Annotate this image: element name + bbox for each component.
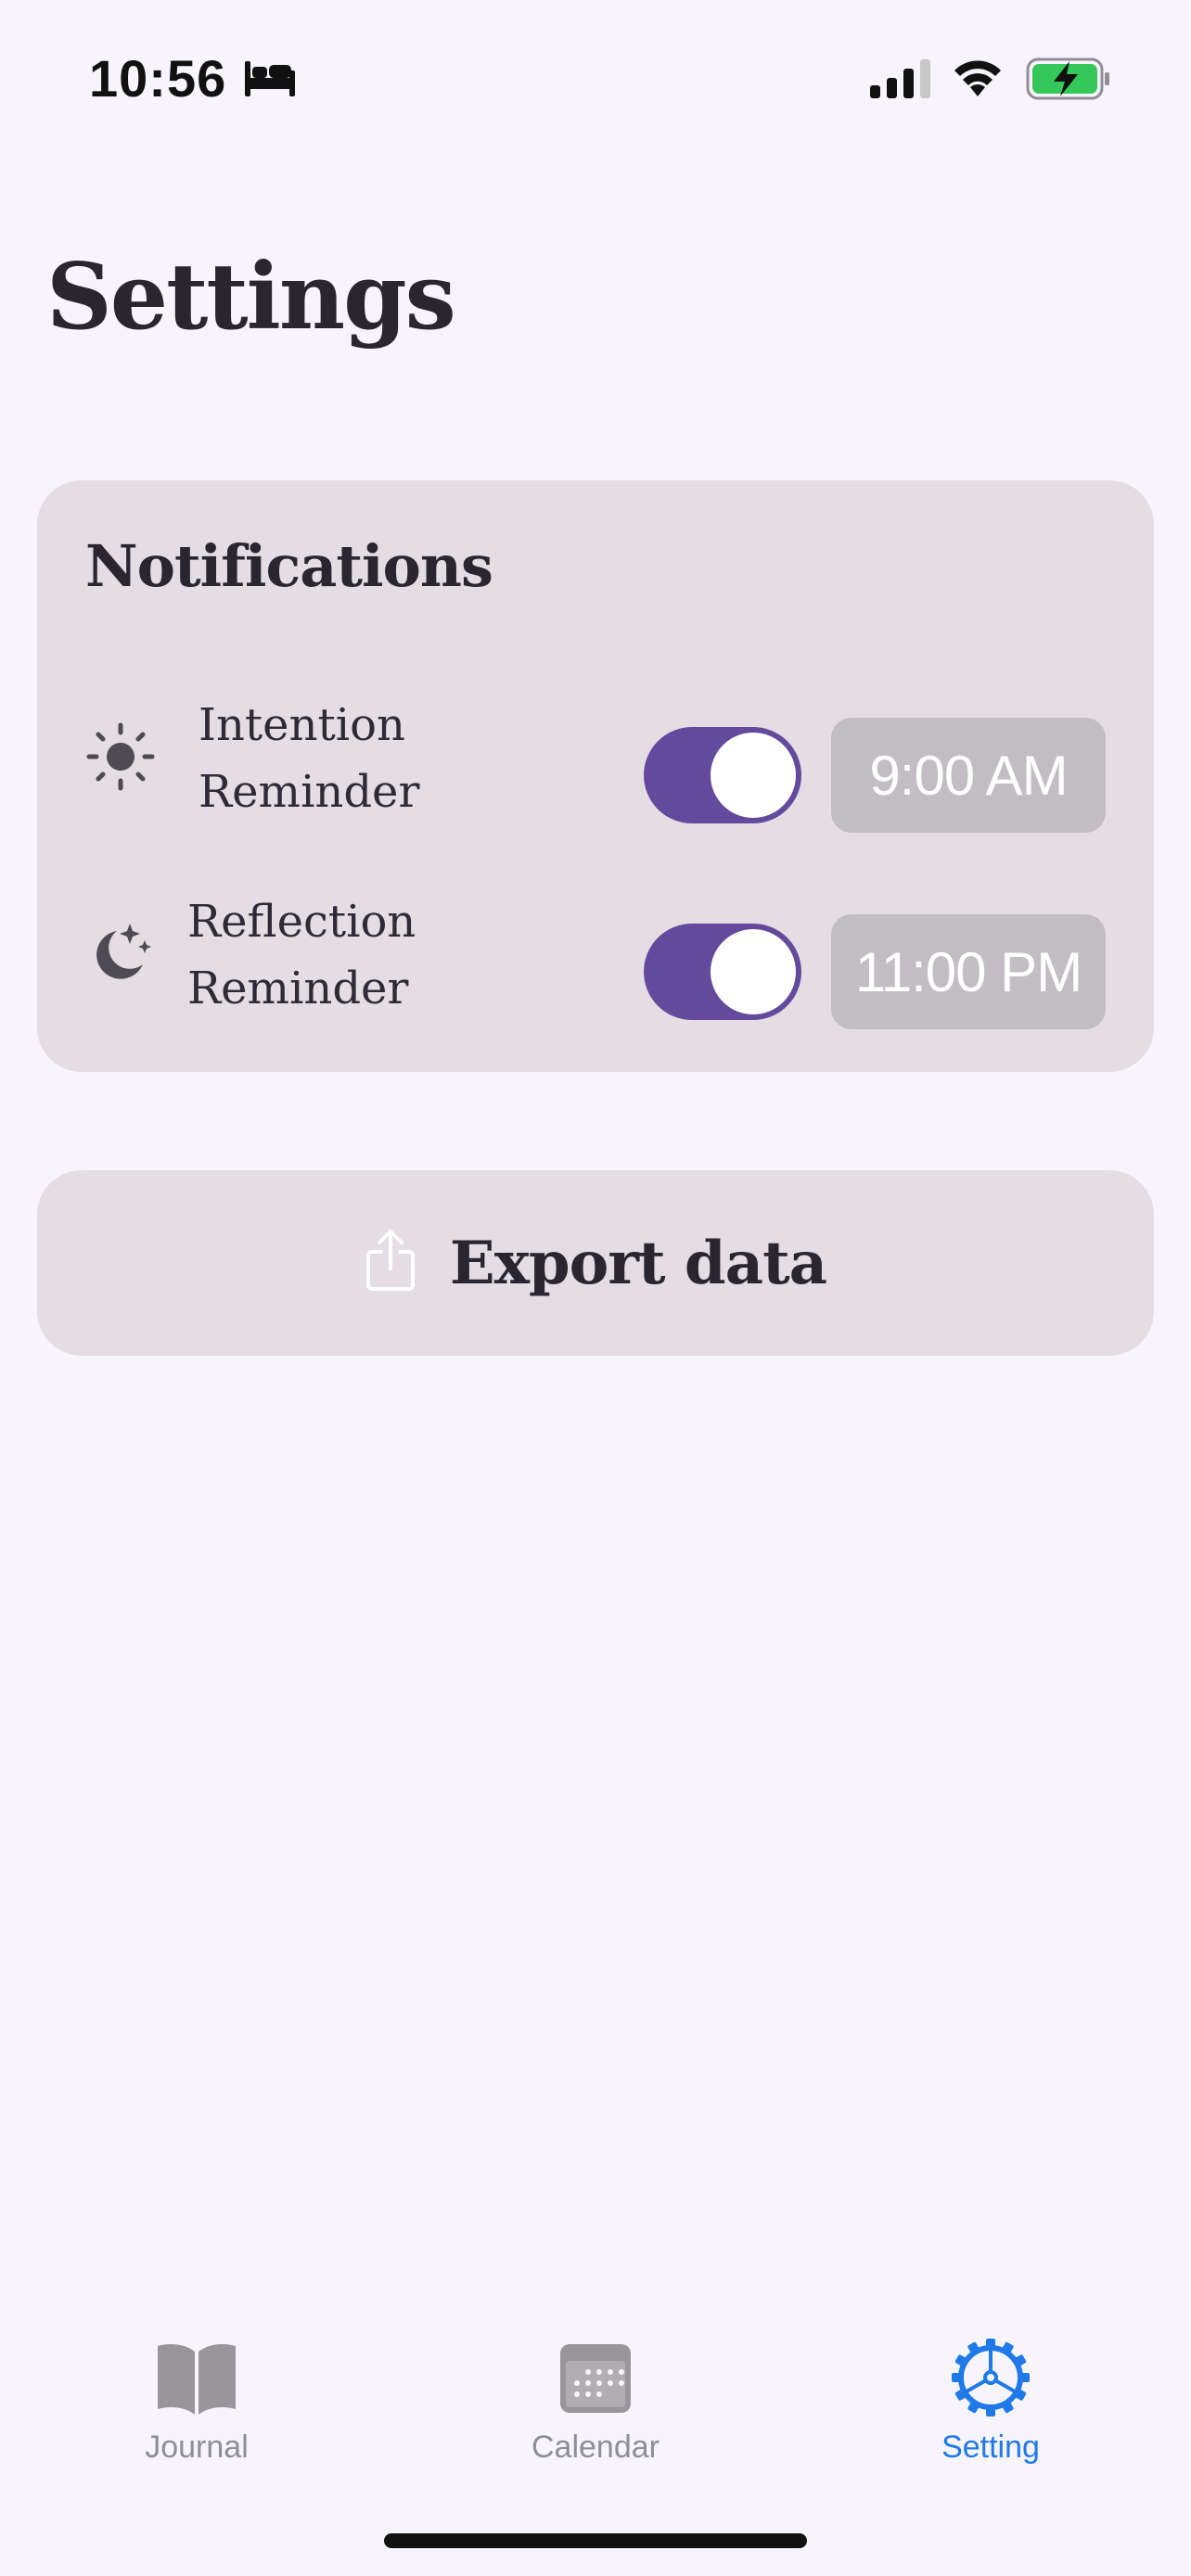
tab-setting[interactable]: Setting [870, 2318, 1111, 2466]
reflection-time-picker[interactable]: 11:00 PM [831, 914, 1106, 1029]
intention-label-line2: Reminder [198, 766, 420, 818]
battery-charging-icon [1026, 57, 1109, 100]
toggle-knob [711, 929, 796, 1014]
reflection-label-line1: Reflection [187, 896, 416, 948]
settings-screen: 10:56 Settings Notifications Intention R… [0, 0, 1191, 2576]
book-icon [158, 2344, 236, 2415]
wifi-icon [954, 60, 1001, 96]
reflection-reminder-label: Reflection Reminder [187, 888, 429, 1022]
export-data-label: Export data [449, 1228, 827, 1298]
home-indicator [384, 2533, 807, 2548]
share-icon [365, 1230, 415, 1291]
tab-setting-label: Setting [941, 2429, 1040, 2465]
gear-icon [952, 2339, 1030, 2417]
intention-reminder-row: Intention Reminder 9:00 AM [37, 692, 1154, 833]
notifications-title: Notifications [85, 532, 493, 600]
sun-icon [86, 722, 155, 791]
tab-journal-label: Journal [145, 2429, 249, 2465]
reflection-label-line2: Reminder [187, 963, 409, 1014]
intention-label-line1: Intention [198, 699, 405, 751]
status-time: 10:56 [89, 49, 227, 108]
reflection-reminder-row: Reflection Reminder 11:00 PM [37, 888, 1154, 1029]
calendar-icon [560, 2344, 631, 2413]
moon-stars-icon [96, 924, 151, 979]
intention-reminder-toggle[interactable] [644, 727, 801, 823]
notifications-card: Notifications Intention Reminder 9:00 AM… [37, 480, 1154, 1072]
tab-journal[interactable]: Journal [76, 2318, 317, 2466]
export-data-button[interactable]: Export data [37, 1170, 1154, 1356]
intention-time-picker[interactable]: 9:00 AM [831, 718, 1106, 833]
status-bar: 10:56 [0, 0, 1191, 148]
reflection-reminder-toggle[interactable] [644, 924, 801, 1020]
signal-icon [870, 59, 930, 98]
bed-icon [245, 61, 295, 96]
tab-bar: Journal Calendar Setting [0, 2318, 1191, 2504]
tab-calendar-label: Calendar [531, 2429, 660, 2465]
intention-reminder-label: Intention Reminder [198, 692, 440, 825]
page-title: Settings [46, 244, 456, 351]
tab-calendar[interactable]: Calendar [475, 2318, 716, 2466]
toggle-knob [711, 733, 796, 818]
